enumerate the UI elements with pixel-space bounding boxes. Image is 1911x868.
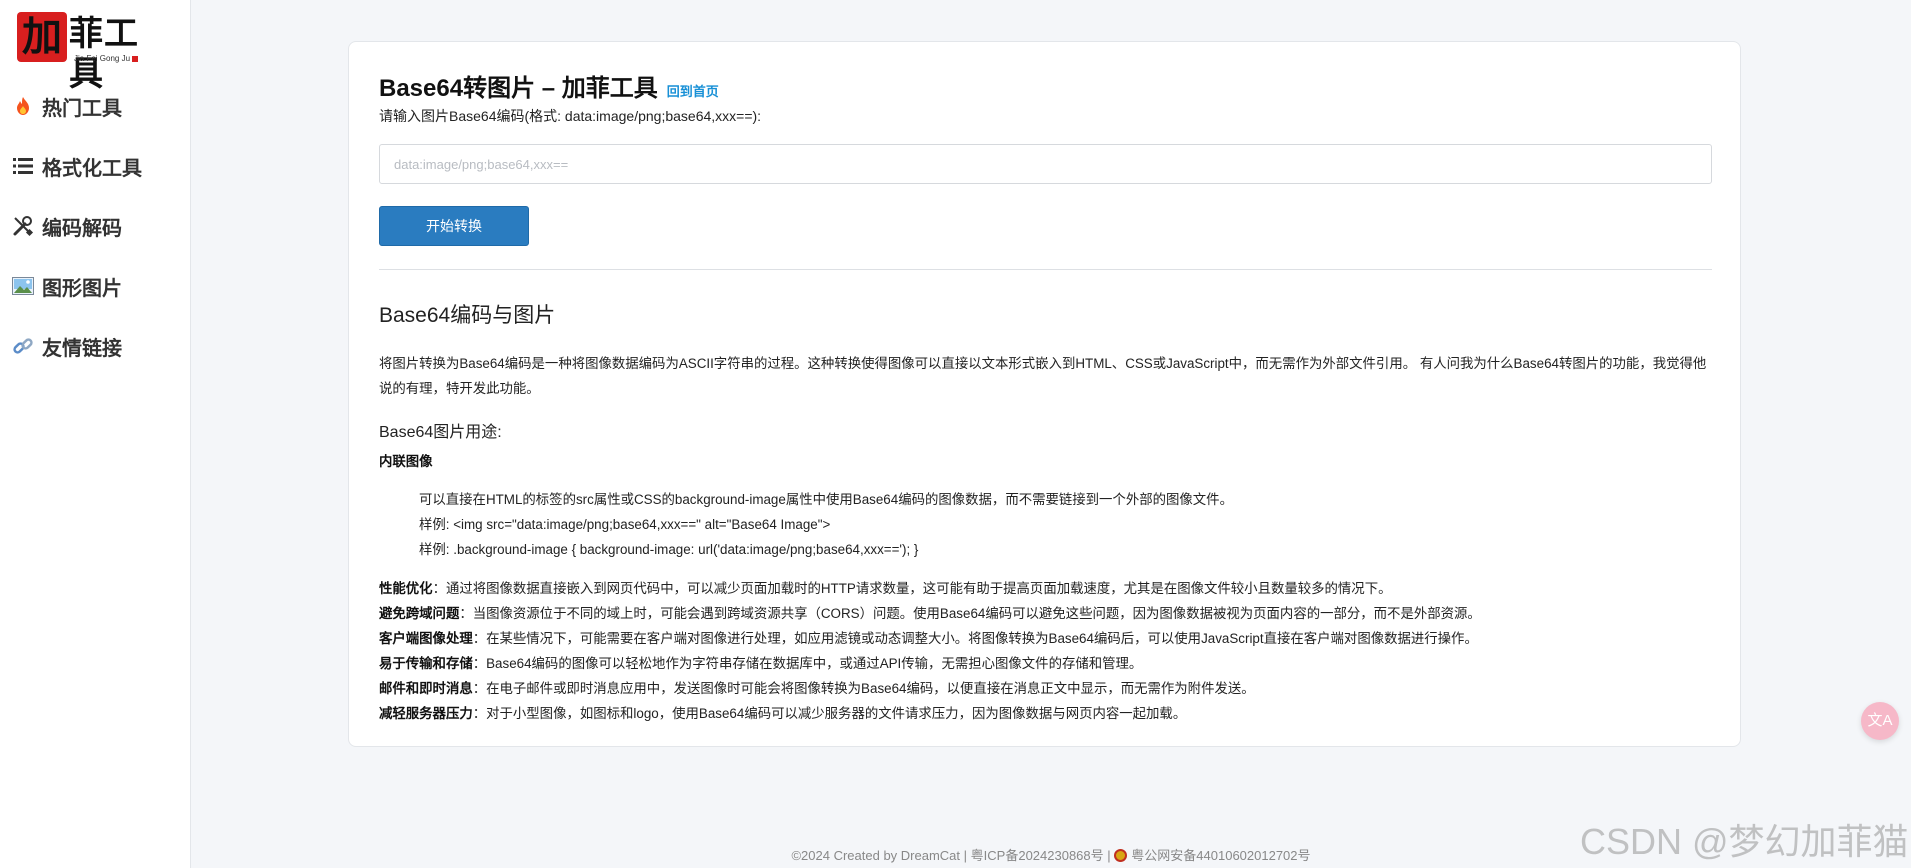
- use-desc: ：在电子邮件或即时消息应用中，发送图像时可能会将图像转换为Base64编码，以便…: [472, 681, 1255, 696]
- logo-subtitle: Jia Fei Gong Ju: [74, 54, 139, 63]
- uses-title: Base64图片用途:: [379, 424, 502, 441]
- flame-icon: [12, 95, 34, 117]
- use-term: 性能优化: [379, 581, 433, 596]
- footer-separator: |: [1107, 848, 1111, 863]
- use-desc: ：在某些情况下，可能需要在客户端对图像进行处理，如应用滤镜或动态调整大小。将图像…: [472, 631, 1478, 646]
- list-item: 性能优化：通过将图像数据直接嵌入到网页代码中，可以减少页面加载时的HTTP请求数…: [379, 576, 1712, 601]
- sidebar-item-label: 编码解码: [42, 217, 122, 240]
- intro-paragraph: 将图片转换为Base64编码是一种将图像数据编码为ASCII字符串的过程。这种转…: [379, 356, 1707, 396]
- sidebar-item-graphics-images[interactable]: 图形图片: [0, 256, 191, 316]
- inline-image-title: 内联图像: [379, 454, 433, 469]
- list-item: 易于传输和存储：Base64编码的图像可以轻松地作为字符串存储在数据库中，或通过…: [379, 651, 1712, 676]
- footer-icp-link[interactable]: 粤ICP备2024230868号: [971, 848, 1104, 863]
- title-row: Base64转图片 – 加菲工具 回到首页: [379, 68, 1712, 102]
- input-label: 请输入图片Base64编码(格式: data:image/png;base64,…: [379, 108, 762, 124]
- sidebar: 加 菲工具 Jia Fei Gong Ju 热门工具 格式化工具 编码解码 图形…: [0, 0, 191, 868]
- list-item: 减轻服务器压力：对于小型图像，如图标和logo，使用Base64编码可以减少服务…: [379, 701, 1712, 726]
- sidebar-item-friend-links[interactable]: 友情链接: [0, 316, 191, 376]
- use-desc: ：Base64编码的图像可以轻松地作为字符串存储在数据库中，或通过API传输，无…: [472, 656, 1143, 671]
- tool-card-content: Base64转图片 – 加菲工具 回到首页 请输入图片Base64编码(格式: …: [379, 68, 1712, 726]
- list-item: 邮件和即时消息：在电子邮件或即时消息应用中，发送图像时可能会将图像转换为Base…: [379, 676, 1712, 701]
- logo-mark: 加: [17, 12, 67, 62]
- translate-icon[interactable]: 文A: [1861, 702, 1899, 740]
- sidebar-item-label: 友情链接: [42, 337, 122, 360]
- convert-button[interactable]: 开始转换: [379, 206, 529, 246]
- list-icon: [12, 155, 34, 177]
- page-title: Base64转图片 – 加菲工具: [379, 75, 658, 102]
- section-title: Base64编码与图片: [379, 304, 556, 327]
- list-item: 客户端图像处理：在某些情况下，可能需要在客户端对图像进行处理，如应用滤镜或动态调…: [379, 626, 1712, 651]
- footer-copyright: ©2024 Created by DreamCat: [791, 848, 961, 863]
- divider: [379, 269, 1712, 270]
- sidebar-item-label: 图形图片: [42, 277, 122, 300]
- use-term: 客户端图像处理: [379, 631, 473, 646]
- site-logo[interactable]: 加 菲工具 Jia Fei Gong Ju: [17, 12, 165, 94]
- sidebar-item-encode-decode[interactable]: 编码解码: [0, 196, 191, 256]
- use-desc: ：对于小型图像，如图标和logo，使用Base64编码可以减少服务器的文件请求压…: [472, 706, 1187, 721]
- sidebar-item-label: 热门工具: [42, 97, 122, 120]
- use-desc: ：当图像资源位于不同的域上时，可能会遇到跨域资源共享（CORS）问题。使用Bas…: [459, 606, 1481, 621]
- logo-subtitle-text: Jia Fei Gong Ju: [74, 54, 131, 63]
- use-term: 邮件和即时消息: [379, 681, 473, 696]
- uses-list: 性能优化：通过将图像数据直接嵌入到网页代码中，可以减少页面加载时的HTTP请求数…: [379, 576, 1712, 726]
- sidebar-item-hot-tools[interactable]: 热门工具: [0, 76, 191, 136]
- inline-image-details: 可以直接在HTML的标签的src属性或CSS的background-image属…: [379, 487, 1712, 562]
- home-link[interactable]: 回到首页: [667, 81, 719, 100]
- inline-image-example-html: 样例: <img src="data:image/png;base64,xxx=…: [419, 517, 831, 532]
- use-term: 易于传输和存储: [379, 656, 473, 671]
- use-term: 避免跨域问题: [379, 606, 460, 621]
- footer-separator: |: [963, 848, 968, 863]
- use-desc: ：通过将图像数据直接嵌入到网页代码中，可以减少页面加载时的HTTP请求数量，这可…: [432, 581, 1392, 596]
- image-icon: [12, 275, 34, 297]
- csdn-watermark: CSDN @梦幻加菲猫: [1580, 821, 1909, 862]
- inline-image-desc: 可以直接在HTML的标签的src属性或CSS的background-image属…: [419, 492, 1233, 507]
- sidebar-nav: 热门工具 格式化工具 编码解码 图形图片 友情链接: [0, 76, 191, 376]
- logo-dot: [132, 55, 139, 62]
- footer-police-link[interactable]: 粤公网安备44010602012702号: [1131, 848, 1310, 863]
- link-icon: [12, 335, 34, 357]
- sidebar-item-format-tools[interactable]: 格式化工具: [0, 136, 191, 196]
- police-badge-icon: [1114, 849, 1128, 862]
- list-item: 避免跨域问题：当图像资源位于不同的域上时，可能会遇到跨域资源共享（CORS）问题…: [379, 601, 1712, 626]
- inline-image-example-css: 样例: .background-image { background-image…: [419, 542, 919, 557]
- use-term: 减轻服务器压力: [379, 706, 473, 721]
- tools-icon: [12, 215, 34, 237]
- sidebar-item-label: 格式化工具: [42, 157, 142, 180]
- tool-card: Base64转图片 – 加菲工具 回到首页 请输入图片Base64编码(格式: …: [348, 41, 1741, 747]
- base64-input[interactable]: [379, 144, 1712, 184]
